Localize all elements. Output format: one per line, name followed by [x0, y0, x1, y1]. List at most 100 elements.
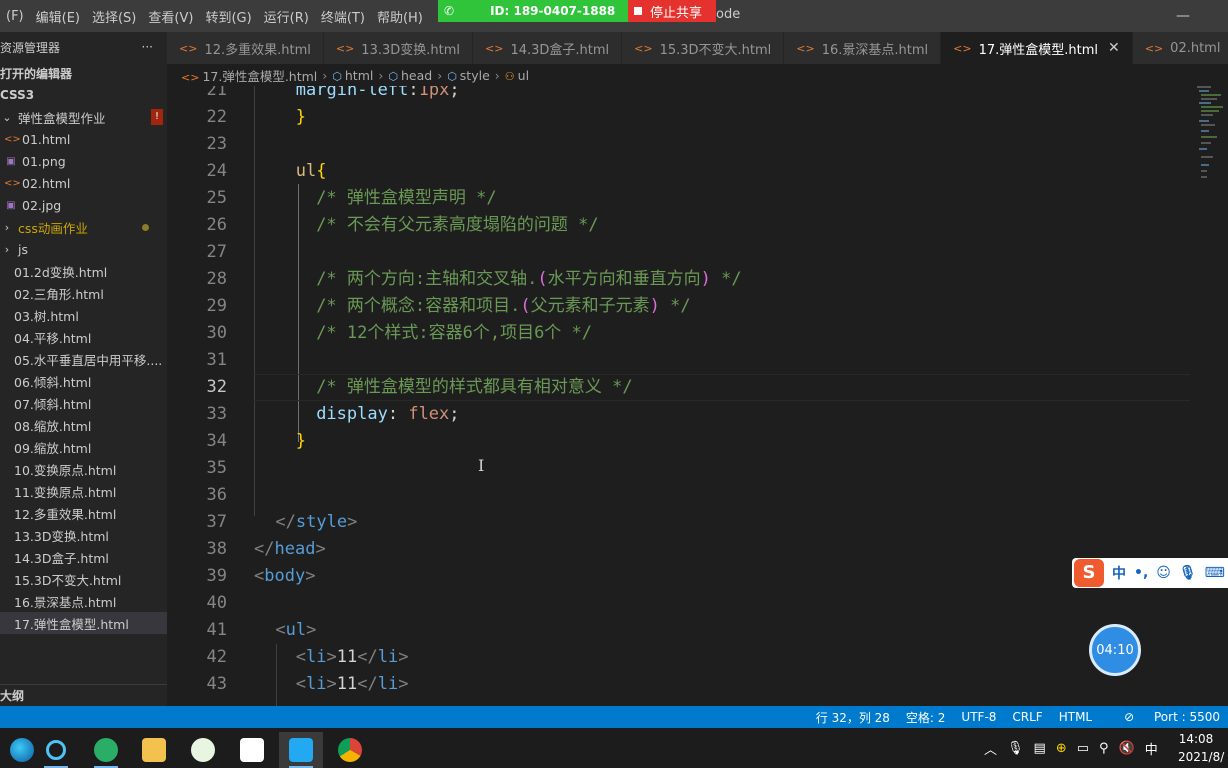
- close-icon[interactable]: ✕: [1108, 40, 1120, 56]
- vscode-app[interactable]: [279, 732, 323, 768]
- file-item[interactable]: 16.景深基点.html: [0, 590, 167, 612]
- line-number: 34: [206, 431, 227, 451]
- timer-bubble[interactable]: 04:10: [1089, 624, 1141, 676]
- battery-icon[interactable]: ▭: [1077, 741, 1089, 756]
- photos-app[interactable]: [230, 732, 274, 768]
- menu-file[interactable]: (F): [0, 9, 30, 24]
- ime-punct[interactable]: •,: [1134, 565, 1148, 581]
- encoding[interactable]: UTF-8: [961, 710, 996, 724]
- outline-section[interactable]: 大纲: [0, 684, 167, 706]
- menu-edit[interactable]: 编辑(E): [30, 7, 86, 26]
- file-label: 05.水平垂直居中用平移....: [14, 352, 163, 368]
- file-item[interactable]: 02.三角形.html: [0, 282, 167, 304]
- chevron-up-icon[interactable]: ︿: [984, 739, 997, 758]
- code-line: 43 <li>11</li>: [167, 671, 1228, 698]
- microphone-icon[interactable]: 🎙: [1179, 565, 1197, 581]
- breadcrumb-html[interactable]: ⬡ html: [332, 68, 373, 83]
- file-item[interactable]: 08.缩放.html: [0, 414, 167, 436]
- microphone-icon[interactable]: 🎙: [1007, 741, 1024, 756]
- editor-tab[interactable]: <> 15.3D不变大.html: [622, 32, 785, 64]
- menu-view[interactable]: 查看(V): [142, 7, 199, 26]
- menu-run[interactable]: 运行(R): [258, 7, 315, 26]
- code-line: 30 /* 12个样式:容器6个,项目6个 */: [167, 320, 1228, 347]
- folder-label: css动画作业: [18, 220, 88, 236]
- file-item[interactable]: <> 02.html: [0, 172, 167, 194]
- line-number: 26: [206, 215, 227, 235]
- end-of-line[interactable]: CRLF: [1012, 710, 1042, 724]
- file-item[interactable]: 09.缩放.html: [0, 436, 167, 458]
- file-item[interactable]: 03.树.html: [0, 304, 167, 326]
- file-item[interactable]: 14.3D盒子.html: [0, 546, 167, 568]
- editor-tab[interactable]: <> 14.3D盒子.html: [473, 32, 623, 64]
- folder-flexbox-homework[interactable]: ⌄ 弹性盒模型作业 !: [0, 106, 167, 128]
- tray-plus-icon[interactable]: ⊕: [1056, 741, 1067, 756]
- indentation[interactable]: 空格: 2: [906, 709, 946, 726]
- input-lang[interactable]: 中: [1145, 739, 1158, 758]
- file-item[interactable]: ▣ 02.jpg: [0, 194, 167, 216]
- editor-tab[interactable]: <> 17.弹性盒模型.html ✕: [941, 32, 1133, 64]
- more-actions-icon[interactable]: ···: [142, 40, 153, 54]
- file-item[interactable]: 05.水平垂直居中用平移....: [0, 348, 167, 370]
- clock[interactable]: 14:08 2021/8/: [1178, 730, 1228, 766]
- menu-selection[interactable]: 选择(S): [86, 7, 142, 26]
- network-icon[interactable]: ⚲: [1099, 741, 1109, 756]
- file-label: 02.jpg: [22, 197, 62, 213]
- code-text: </style>: [275, 512, 358, 532]
- image-file-icon: ▣: [6, 155, 16, 167]
- file-item[interactable]: 10.变换原点.html: [0, 458, 167, 480]
- ime-lang[interactable]: 中: [1112, 563, 1126, 583]
- folder-css-animation[interactable]: › css动画作业: [0, 216, 167, 238]
- ime-toolbar[interactable]: S 中 •, ☺ 🎙 ⌨: [1072, 558, 1228, 588]
- stop-share-button[interactable]: 停止共享: [628, 0, 716, 22]
- file-item[interactable]: 15.3D不变大.html: [0, 568, 167, 590]
- file-item[interactable]: <> 01.html: [0, 128, 167, 150]
- tray-app-icon[interactable]: ▤: [1034, 741, 1046, 756]
- chrome-app[interactable]: [328, 732, 372, 768]
- live-server-port[interactable]: ⊘ Port : 5500: [1108, 710, 1220, 724]
- file-item[interactable]: 01.2d变换.html: [0, 260, 167, 282]
- line-number: 35: [206, 458, 227, 478]
- emoji-icon[interactable]: ☺: [1156, 565, 1171, 581]
- chevron-right-icon: ›: [437, 67, 443, 83]
- editor-tab[interactable]: <> 13.3D变换.html: [323, 32, 473, 64]
- code-line: 23: [167, 131, 1228, 158]
- line-number: 23: [206, 134, 227, 154]
- open-editors-section[interactable]: 打开的编辑器: [0, 62, 167, 84]
- search-app[interactable]: [34, 732, 78, 768]
- minimize-button[interactable]: —: [1172, 8, 1194, 24]
- editor-tab[interactable]: <> 16.景深基点.html: [784, 32, 942, 64]
- menu-go[interactable]: 转到(G): [199, 7, 257, 26]
- title-bar: (F) 编辑(E) 选择(S) 查看(V) 转到(G) 运行(R) 终端(T) …: [0, 0, 1228, 32]
- breadcrumb-file[interactable]: <> 17.弹性盒模型.html: [181, 66, 317, 85]
- code-editor[interactable]: 21 margin-left:1px; 22} 23 24 ul{25 /* 弹性盒模型声明…: [167, 86, 1228, 706]
- volume-muted-icon[interactable]: 🔇: [1119, 741, 1135, 756]
- workspace-root[interactable]: CSS3: [0, 84, 167, 106]
- language-mode[interactable]: HTML: [1059, 710, 1092, 724]
- file-item[interactable]: 06.倾斜.html: [0, 370, 167, 392]
- breadcrumb-ul[interactable]: ⚇ ul: [505, 68, 529, 83]
- menu-help[interactable]: 帮助(H): [371, 7, 429, 26]
- breadcrumb-head[interactable]: ⬡ head: [388, 68, 432, 83]
- minimap[interactable]: [1195, 86, 1228, 186]
- keyboard-icon[interactable]: ⌨: [1205, 565, 1225, 581]
- editor-tab[interactable]: <> 02.html: [1132, 32, 1228, 64]
- file-item[interactable]: 11.变换原点.html: [0, 480, 167, 502]
- file-item[interactable]: 07.倾斜.html: [0, 392, 167, 414]
- file-item[interactable]: 13.3D变换.html: [0, 524, 167, 546]
- menu-terminal[interactable]: 终端(T): [315, 7, 371, 26]
- element-icon: ⬡: [447, 69, 457, 83]
- file-item[interactable]: 12.多重效果.html: [0, 502, 167, 524]
- editor-tab[interactable]: <> 12.多重效果.html: [167, 32, 324, 64]
- hbuilder-app[interactable]: [181, 732, 225, 768]
- code-line: 29 /* 两个概念:容器和项目.(父元素和子元素) */: [167, 293, 1228, 320]
- code-line: 40: [167, 590, 1228, 617]
- breadcrumb-style[interactable]: ⬡ style: [447, 68, 490, 83]
- cursor-position[interactable]: 行 32，列 28: [816, 709, 890, 726]
- file-explorer-app[interactable]: [132, 732, 176, 768]
- file-label: 01.png: [22, 153, 66, 169]
- wechat-app[interactable]: [84, 732, 128, 768]
- folder-js[interactable]: › js: [0, 238, 167, 260]
- file-item[interactable]: 04.平移.html: [0, 326, 167, 348]
- file-item[interactable]: 17.弹性盒模型.html: [0, 612, 167, 634]
- file-item[interactable]: ▣ 01.png: [0, 150, 167, 172]
